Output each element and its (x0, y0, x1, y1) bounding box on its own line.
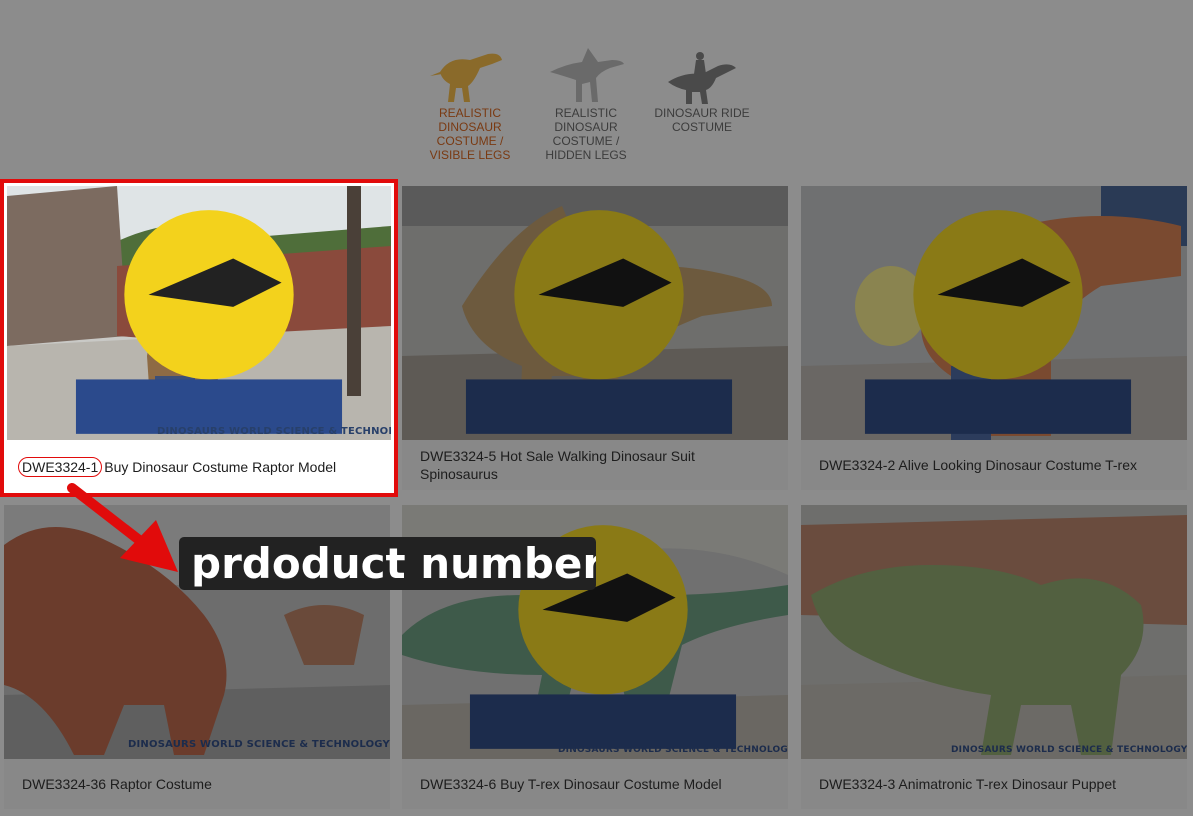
category-nav: REALISTIC DINOSAUR COSTUME / VISIBLE LEG… (420, 42, 760, 172)
product-photo: DINOSAURS WORLD SCIENCE & TECHNOLOGY CO.… (801, 505, 1187, 759)
category-visible-legs[interactable]: REALISTIC DINOSAUR COSTUME / VISIBLE LEG… (420, 42, 520, 162)
category-label: REALISTIC DINOSAUR COSTUME / HIDDEN LEGS (545, 106, 627, 162)
annotation-label: prdoduct number (179, 537, 596, 590)
product-card[interactable]: DWE3324-2 Alive Looking Dinosaur Costume… (801, 186, 1187, 490)
product-photo (801, 186, 1187, 440)
dinosaurs-logo (465, 210, 733, 434)
product-card[interactable]: DINOSAURS WORLD SCIENCE & TECHNOLOGY CO.… (0, 179, 398, 497)
dinosaur-ride-icon (668, 52, 736, 104)
product-name: Buy Dinosaur Costume Raptor Model (104, 459, 337, 475)
product-card[interactable]: DWE3324-5 Hot Sale Walking Dinosaur Suit… (402, 186, 788, 490)
watermark: DINOSAURS WORLD SCIENCE & TECHNOLOGY CO.… (157, 426, 391, 437)
product-photo (402, 186, 788, 440)
dinosaurs-logo (864, 210, 1132, 434)
dinosaurs-logo (75, 210, 343, 434)
product-photo: DINOSAURS WORLD SCIENCE & TECHNOLOGY CO.… (7, 186, 391, 440)
category-label: REALISTIC DINOSAUR COSTUME / VISIBLE LEG… (429, 106, 511, 162)
category-label: DINOSAUR RIDE COSTUME (654, 106, 750, 134)
watermark: DINOSAURS WORLD SCIENCE & TECHNOLOGY CO.… (951, 745, 1187, 755)
raptor-costume-icon (430, 53, 502, 102)
annotation-arrow-icon (67, 483, 178, 572)
product-title[interactable]: DWE3324-2 Alive Looking Dinosaur Costume… (819, 440, 1173, 490)
product-title[interactable]: DWE3324-3 Animatronic T-rex Dinosaur Pup… (819, 759, 1173, 809)
product-number: DWE3324-1 (18, 457, 103, 477)
category-hidden-legs[interactable]: REALISTIC DINOSAUR COSTUME / HIDDEN LEGS (536, 42, 636, 162)
category-ride[interactable]: DINOSAUR RIDE COSTUME (652, 42, 752, 134)
watermark: DINOSAURS WORLD SCIENCE & TECHNOLOGY CO.… (558, 745, 788, 755)
product-title[interactable]: DWE3324-6 Buy T-rex Dinosaur Costume Mod… (420, 759, 774, 809)
product-title[interactable]: DWE3324-5 Hot Sale Walking Dinosaur Suit… (420, 440, 774, 490)
watermark: DINOSAURS WORLD SCIENCE & TECHNOLOGY CO.… (128, 739, 390, 750)
dinosaurs-logo (1129, 515, 1187, 759)
product-title[interactable]: DWE3324-36 Raptor Costume (22, 759, 376, 809)
spinosaurus-costume-icon (550, 48, 624, 102)
product-card[interactable]: DINOSAURS WORLD SCIENCE & TECHNOLOGY CO.… (801, 505, 1187, 809)
